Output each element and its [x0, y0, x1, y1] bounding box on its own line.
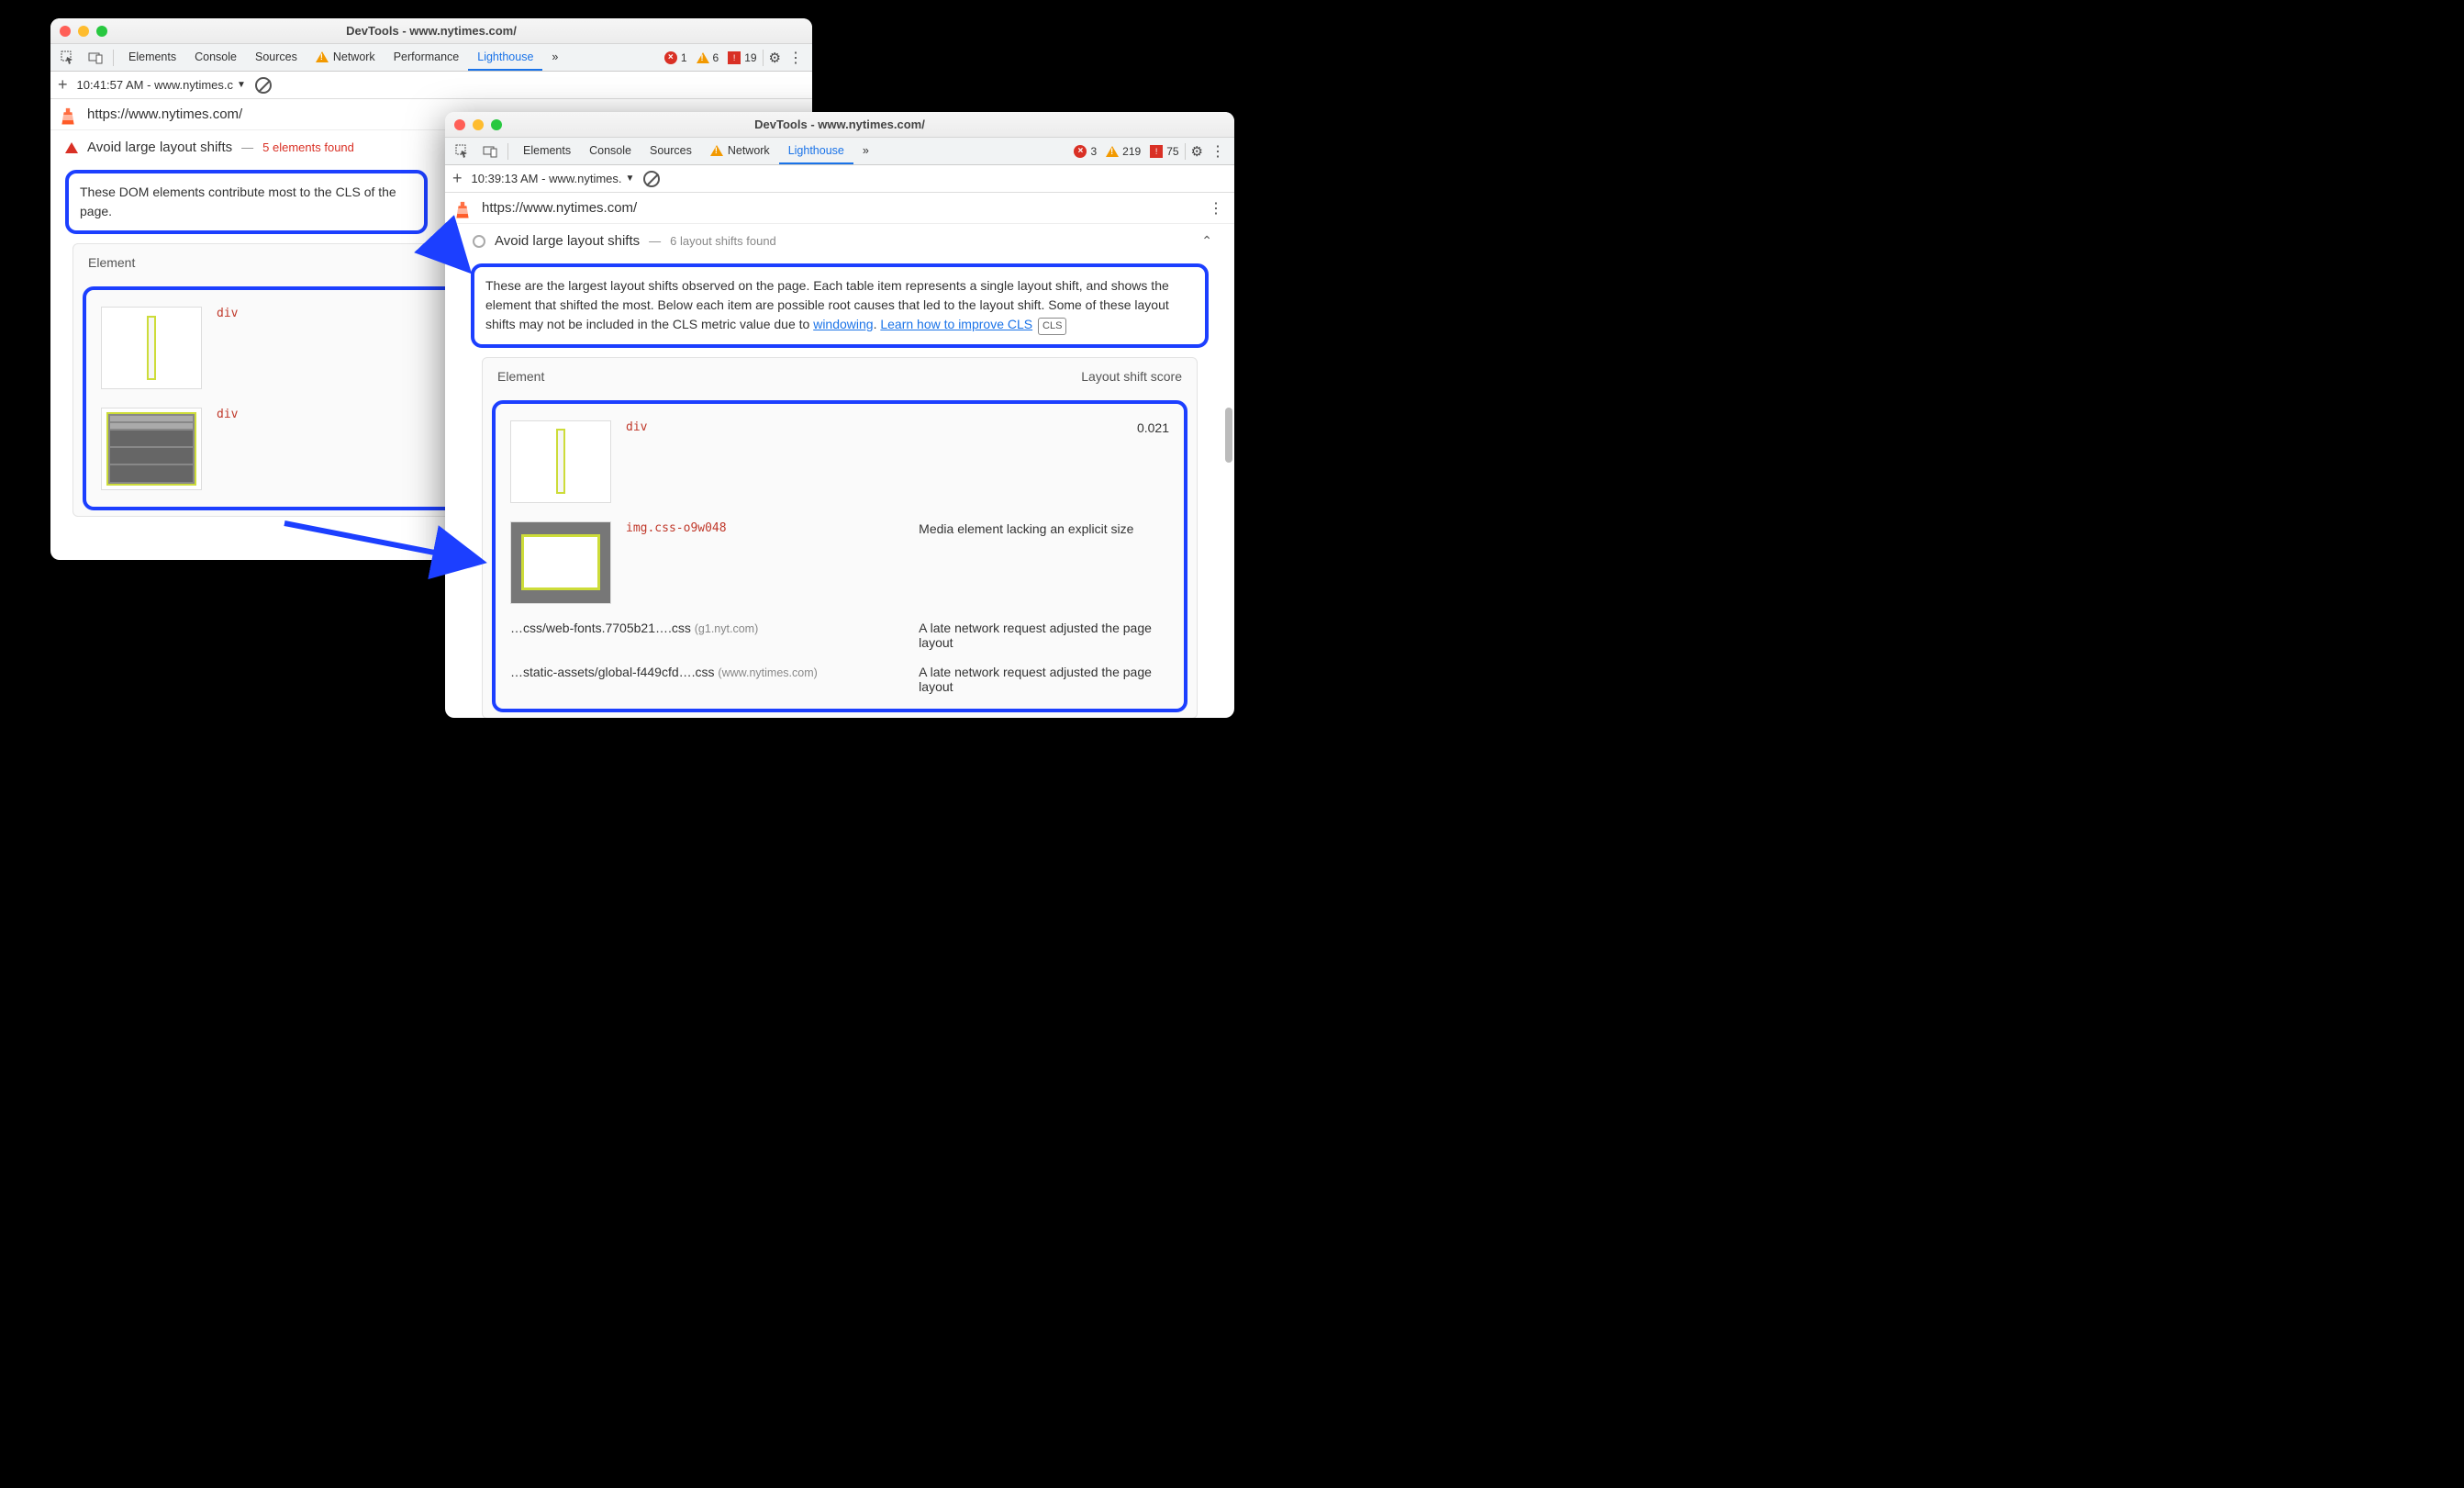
annotation-arrow [0, 0, 1355, 818]
